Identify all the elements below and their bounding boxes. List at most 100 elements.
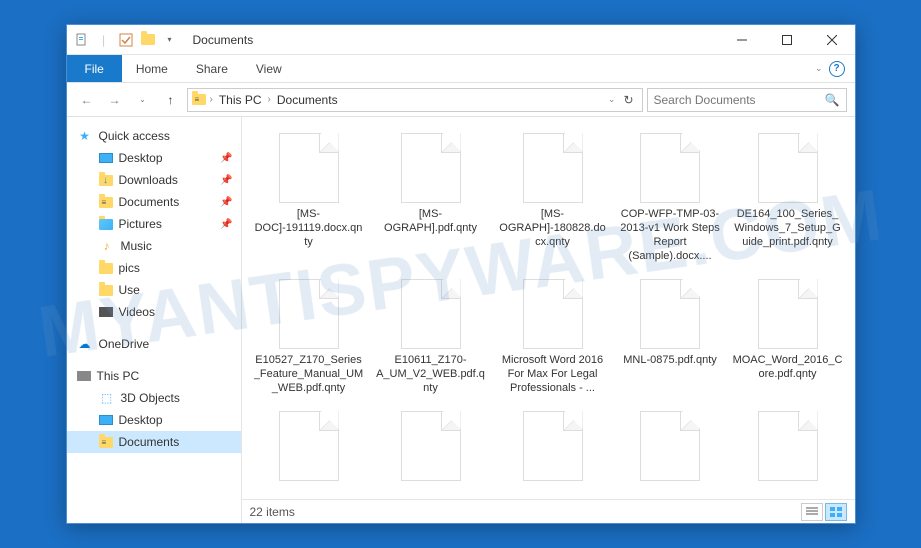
quick-access-toolbar: | ▾	[67, 31, 185, 49]
checkbox-icon[interactable]	[117, 31, 135, 49]
sidebar-item-label: Videos	[119, 305, 155, 319]
file-icon	[401, 133, 461, 203]
sidebar-documents2[interactable]: Documents	[67, 431, 241, 453]
sidebar-use[interactable]: Use	[67, 279, 241, 301]
tab-view[interactable]: View	[242, 55, 296, 82]
forward-button[interactable]: →	[103, 88, 127, 112]
back-button[interactable]: ←	[75, 88, 99, 112]
file-icon	[523, 279, 583, 349]
file-item[interactable]: [MS-OGRAPH]-180828.docx.qnty	[494, 129, 612, 267]
file-item[interactable]	[494, 407, 612, 489]
file-item[interactable]: [MS-OGRAPH].pdf.qnty	[372, 129, 490, 267]
file-item[interactable]: MOAC_Word_2016_Core.pdf.qnty	[729, 275, 847, 399]
breadcrumb-thispc[interactable]: This PC	[217, 93, 264, 107]
icons-view-button[interactable]	[825, 503, 847, 521]
file-item[interactable]	[616, 407, 725, 489]
sidebar-thispc[interactable]: This PC	[67, 365, 241, 387]
sidebar-item-label: Documents	[119, 435, 180, 449]
file-item[interactable]: [MS-DOC]-191119.docx.qnty	[250, 129, 368, 267]
sidebar-pics[interactable]: pics	[67, 257, 241, 279]
file-label: MOAC_Word_2016_Core.pdf.qnty	[733, 353, 843, 381]
sidebar-desktop[interactable]: Desktop 📌	[67, 147, 241, 169]
pictures-icon	[99, 219, 113, 230]
folder-icon[interactable]	[139, 31, 157, 49]
file-item[interactable]	[250, 407, 368, 489]
music-icon: ♪	[99, 238, 115, 254]
sidebar-music[interactable]: ♪Music	[67, 235, 241, 257]
tab-share[interactable]: Share	[182, 55, 242, 82]
sidebar-3dobjects[interactable]: ⬚3D Objects	[67, 387, 241, 409]
file-icon	[523, 133, 583, 203]
sidebar-desktop2[interactable]: Desktop	[67, 409, 241, 431]
file-label: [MS-OGRAPH].pdf.qnty	[376, 207, 486, 235]
file-icon	[279, 133, 339, 203]
sidebar-item-label: Desktop	[119, 151, 163, 165]
file-icon	[640, 279, 700, 349]
file-item[interactable]	[729, 407, 847, 489]
file-label: [MS-OGRAPH]-180828.docx.qnty	[498, 207, 608, 249]
qat-dropdown-icon[interactable]: ▾	[161, 31, 179, 49]
file-label: Microsoft Word 2016 For Max For Legal Pr…	[498, 353, 608, 395]
file-item[interactable]: DE164_100_Series_Windows_7_Setup_Guide_p…	[729, 129, 847, 267]
file-label: E10527_Z170_Series_Feature_Manual_UM_WEB…	[254, 353, 364, 395]
tab-file[interactable]: File	[67, 55, 122, 82]
sidebar-item-label: OneDrive	[99, 337, 150, 351]
videos-icon	[99, 307, 113, 317]
refresh-icon[interactable]: ↻	[623, 93, 633, 107]
file-icon	[758, 279, 818, 349]
desktop-icon	[99, 415, 113, 425]
sidebar-pictures[interactable]: Pictures📌	[67, 213, 241, 235]
file-label: COP-WFP-TMP-03-2013-v1 Work Steps Report…	[620, 207, 721, 263]
address-bar[interactable]: › This PC › Documents ⌄ ↻	[187, 88, 643, 112]
file-item[interactable]	[372, 407, 490, 489]
sidebar-videos[interactable]: Videos	[67, 301, 241, 323]
details-view-button[interactable]	[801, 503, 823, 521]
ribbon-expand-icon[interactable]: ⌄	[815, 63, 823, 74]
properties-icon[interactable]	[73, 31, 91, 49]
close-button[interactable]	[810, 25, 855, 55]
item-count: 22 items	[250, 505, 295, 519]
minimize-button[interactable]	[720, 25, 765, 55]
search-icon[interactable]: 🔍	[825, 93, 840, 107]
file-icon	[401, 411, 461, 481]
sidebar-quickaccess[interactable]: ★Quick access	[67, 125, 241, 147]
search-box[interactable]: 🔍	[647, 88, 847, 112]
documents-icon	[99, 437, 113, 448]
file-label: DE164_100_Series_Windows_7_Setup_Guide_p…	[733, 207, 843, 249]
sidebar-documents[interactable]: Documents📌	[67, 191, 241, 213]
search-input[interactable]	[654, 93, 825, 107]
ribbon: File Home Share View ⌄ ?	[67, 55, 855, 83]
file-label: [MS-DOC]-191119.docx.qnty	[254, 207, 364, 249]
file-icon	[401, 279, 461, 349]
help-icon[interactable]: ?	[829, 61, 845, 77]
address-dropdown-icon[interactable]: ⌄	[608, 94, 616, 105]
recent-dropdown-icon[interactable]: ⌄	[131, 88, 155, 112]
sidebar-onedrive[interactable]: ☁OneDrive	[67, 333, 241, 355]
documents-icon	[99, 197, 113, 208]
chevron-right-icon[interactable]: ›	[268, 94, 271, 105]
folder-icon	[99, 285, 113, 296]
tab-home[interactable]: Home	[122, 55, 182, 82]
up-button[interactable]: ↑	[159, 88, 183, 112]
file-item[interactable]: E10527_Z170_Series_Feature_Manual_UM_WEB…	[250, 275, 368, 399]
content-pane: [MS-DOC]-191119.docx.qnty [MS-OGRAPH].pdf…	[242, 117, 855, 523]
sidebar-item-label: Desktop	[119, 413, 163, 427]
file-icon	[758, 411, 818, 481]
pin-icon: 📌	[220, 153, 232, 164]
breadcrumb-documents[interactable]: Documents	[275, 93, 340, 107]
maximize-button[interactable]	[765, 25, 810, 55]
status-bar: 22 items	[242, 499, 855, 523]
chevron-right-icon[interactable]: ›	[210, 94, 213, 105]
sidebar-item-label: Documents	[119, 195, 180, 209]
sidebar-item-label: Downloads	[119, 173, 178, 187]
file-item[interactable]: COP-WFP-TMP-03-2013-v1 Work Steps Report…	[616, 129, 725, 267]
downloads-icon	[99, 175, 113, 186]
sidebar-item-label: pics	[119, 261, 140, 275]
folder-icon	[99, 263, 113, 274]
file-item[interactable]: MNL-0875.pdf.qnty	[616, 275, 725, 399]
file-item[interactable]: E10611_Z170-A_UM_V2_WEB.pdf.qnty	[372, 275, 490, 399]
file-icon	[279, 279, 339, 349]
sidebar-downloads[interactable]: Downloads📌	[67, 169, 241, 191]
files-grid: [MS-DOC]-191119.docx.qnty [MS-OGRAPH].pdf…	[242, 117, 855, 499]
file-item[interactable]: Microsoft Word 2016 For Max For Legal Pr…	[494, 275, 612, 399]
